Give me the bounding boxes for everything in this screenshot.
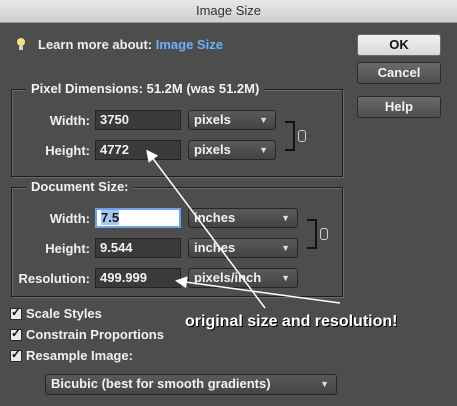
annotation-arrows: [146, 149, 341, 309]
annotation-text: original size and resolution!: [185, 313, 398, 330]
